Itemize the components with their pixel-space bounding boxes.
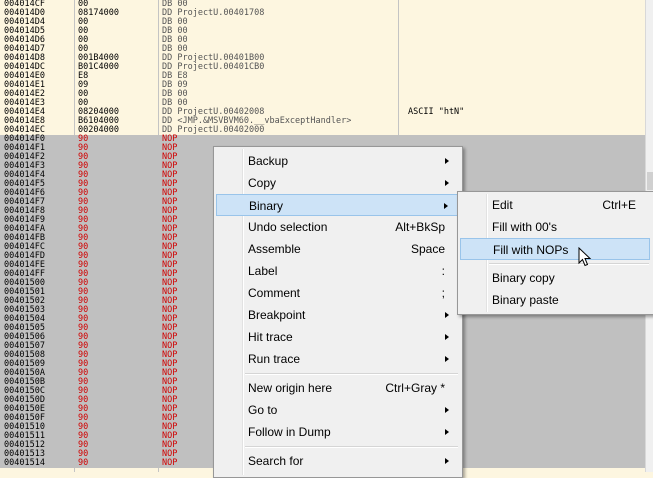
menu-run-trace[interactable]: Run trace <box>216 348 459 370</box>
menu-hit-trace[interactable]: Hit trace <box>216 326 459 348</box>
submenu-arrow-icon <box>445 429 449 435</box>
menu-item-label: Undo selection <box>248 220 328 234</box>
disassembly-cell: NOP <box>162 458 178 468</box>
binary-submenu: Edit Ctrl+E Fill with 00's Fill with NOPs Bi… <box>457 191 653 315</box>
submenu-arrow-icon <box>445 334 449 340</box>
menu-item-shortcut: Space <box>410 242 445 256</box>
context-menu: Backup Copy Binary Undo selection Alt+BkSp As… <box>213 146 463 478</box>
submenu-arrow-icon <box>445 458 449 464</box>
menu-item-label: Go to <box>248 403 278 417</box>
disasm-row[interactable]: 004014E2 00 DB 00 <box>0 90 653 99</box>
hex-dump-cell: 90 <box>78 458 89 468</box>
menu-undo-selection[interactable]: Undo selection Alt+BkSp <box>216 216 459 238</box>
menu-item-shortcut: Alt+BkSp <box>395 220 445 234</box>
menu-item-label: Edit <box>492 198 513 212</box>
comment-cell: ASCII "htN" <box>408 107 465 117</box>
menu-item-label: Fill with 00's <box>492 220 557 234</box>
submenu-arrow-icon <box>445 407 449 413</box>
menu-copy[interactable]: Copy <box>216 172 459 194</box>
disasm-row[interactable]: 004014D4 00 DB 00 <box>0 18 653 27</box>
menu-item-label: Search for <box>248 454 304 468</box>
menu-assemble[interactable]: Assemble Space <box>216 238 459 260</box>
menu-item-label: Fill with NOPs <box>493 243 569 257</box>
menu-backup[interactable]: Backup <box>216 150 459 172</box>
submenu-arrow-icon <box>445 180 449 186</box>
menu-item-label: Binary <box>249 199 284 213</box>
menu-new-origin[interactable]: New origin here Ctrl+Gray * <box>216 377 459 399</box>
submenu-arrow-icon <box>445 356 449 362</box>
submenu-fill-nops[interactable]: Fill with NOPs <box>460 238 650 260</box>
menu-item-shortcut: : <box>441 264 445 278</box>
menu-item-label: Hit trace <box>248 330 293 344</box>
menu-item-label: Binary paste <box>492 293 559 307</box>
menu-item-shortcut: Ctrl+E <box>602 198 636 212</box>
disasm-row[interactable]: 004014DC B01C4000 DD ProjectU.00401CB0 <box>0 63 653 72</box>
scrollbar-thumb[interactable] <box>647 172 653 190</box>
submenu-arrow-icon <box>445 158 449 164</box>
submenu-arrow-icon <box>444 203 448 209</box>
submenu-edit[interactable]: Edit Ctrl+E <box>460 194 650 216</box>
disasm-row[interactable]: 004014E0 E8 DB E8 <box>0 72 653 81</box>
submenu-fill-00[interactable]: Fill with 00's <box>460 216 650 238</box>
disasm-row[interactable]: 004014EC 00204000 DD ProjectU.00402000 <box>0 126 653 135</box>
address-cell: 00401514 <box>4 458 45 468</box>
menu-item-label: Run trace <box>248 352 301 366</box>
menu-search-for[interactable]: Search for <box>216 450 459 472</box>
menu-breakpoint[interactable]: Breakpoint <box>216 304 459 326</box>
menu-separator <box>489 263 649 265</box>
menu-comment[interactable]: Comment; <box>216 282 459 304</box>
menu-item-label: Assemble <box>248 242 301 256</box>
menu-item-shortcut: ; <box>441 286 445 300</box>
disassembly-cell: DD ProjectU.00402000 <box>162 125 265 135</box>
menu-item-shortcut: Ctrl+Gray * <box>385 381 445 395</box>
submenu-binary-paste[interactable]: Binary paste <box>460 289 650 311</box>
menu-follow-in-dump[interactable]: Follow in Dump <box>216 421 459 443</box>
menu-item-label: Breakpoint <box>248 308 306 322</box>
menu-item-label: New origin here <box>248 381 333 395</box>
menu-label[interactable]: Label: <box>216 260 459 282</box>
menu-separator <box>245 373 458 375</box>
menu-item-label: Copy <box>248 176 277 190</box>
submenu-binary-copy[interactable]: Binary copy <box>460 267 650 289</box>
menu-item-label: Backup <box>248 154 289 168</box>
menu-separator <box>245 446 458 448</box>
disasm-row[interactable]: 004014E1 09 DB 09 <box>0 81 653 90</box>
menu-item-label: Label <box>248 264 278 278</box>
menu-go-to[interactable]: Go to <box>216 399 459 421</box>
disasm-row[interactable]: 004014F0 90 NOP <box>0 135 653 144</box>
menu-item-label: Follow in Dump <box>248 425 331 439</box>
disasm-row[interactable]: 004014D0 08174000 DD ProjectU.00401708 <box>0 9 653 18</box>
menu-item-label: Binary copy <box>492 271 555 285</box>
disasm-row[interactable]: 004014D5 00 DB 00 <box>0 27 653 36</box>
submenu-arrow-icon <box>445 312 449 318</box>
disasm-row[interactable]: 004014D6 00 DB 00 <box>0 36 653 45</box>
mouse-pointer-icon <box>578 247 592 267</box>
menu-item-label: Comment <box>248 286 301 300</box>
menu-binary[interactable]: Binary <box>216 194 459 216</box>
